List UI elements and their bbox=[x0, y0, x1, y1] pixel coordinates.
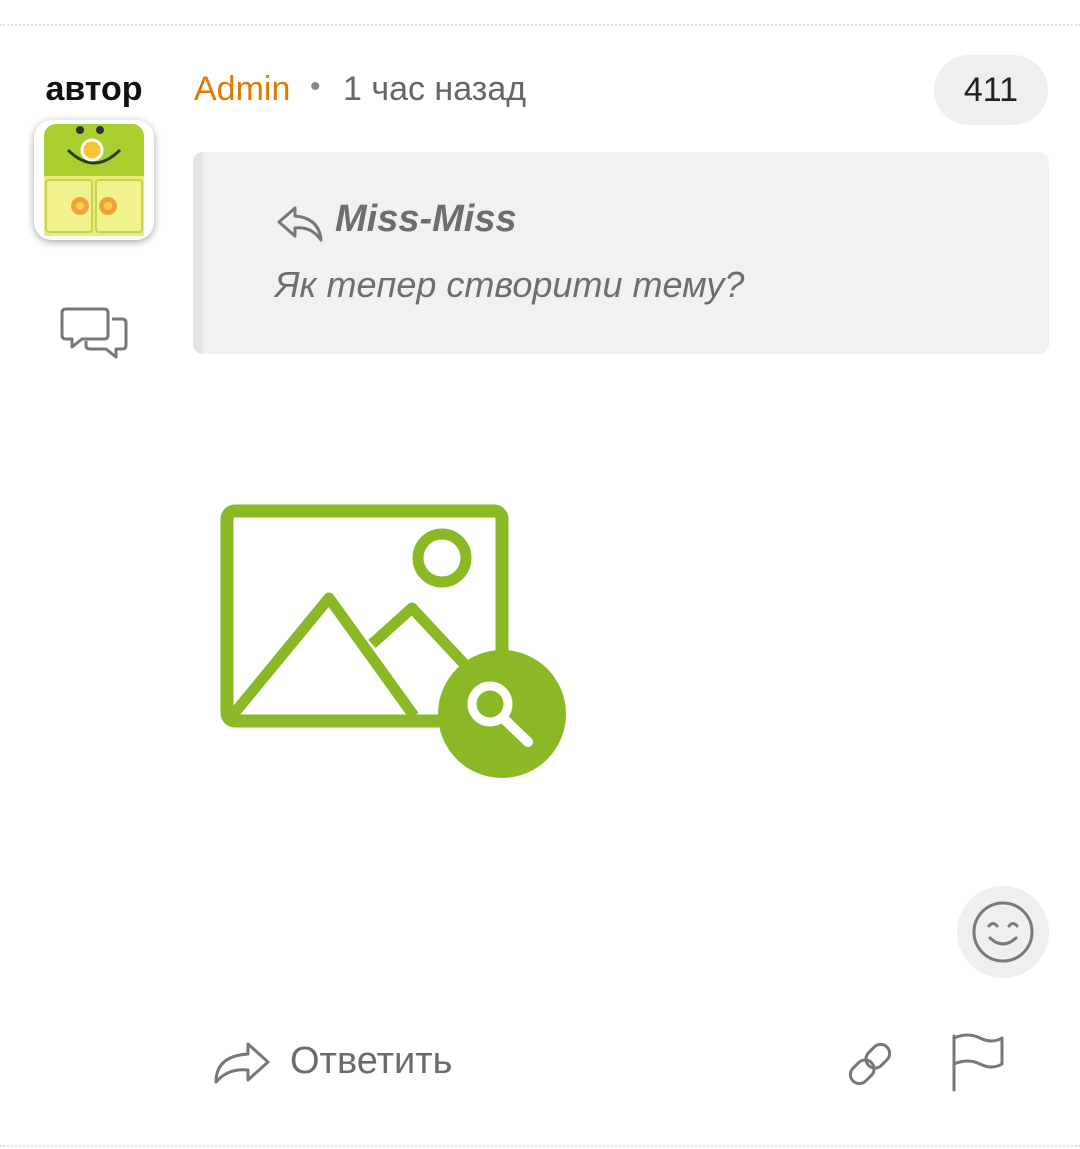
author-badge: автор bbox=[45, 70, 143, 108]
reply-arrow-icon bbox=[275, 204, 325, 244]
link-icon[interactable] bbox=[842, 1036, 898, 1092]
image-search-icon[interactable] bbox=[218, 500, 570, 782]
avatar[interactable] bbox=[34, 120, 154, 240]
quote-block: Miss-Miss Як тепер створити тему? bbox=[193, 152, 1049, 354]
flag-icon[interactable] bbox=[946, 1030, 1008, 1094]
reply-label: Ответить bbox=[290, 1040, 453, 1082]
chat-bubbles-icon[interactable] bbox=[60, 303, 130, 363]
quote-author[interactable]: Miss-Miss bbox=[335, 198, 517, 241]
avatar-image bbox=[44, 124, 144, 236]
top-divider bbox=[0, 24, 1080, 26]
reply-forward-icon bbox=[210, 1038, 272, 1086]
post-container: автор Admin • 1 час назад 411 Miss-Miss … bbox=[0, 0, 1080, 1149]
post-number-badge[interactable]: 411 bbox=[934, 55, 1048, 125]
post-author-name[interactable]: Admin bbox=[194, 70, 290, 109]
emoji-reaction-button[interactable] bbox=[957, 886, 1049, 978]
quote-text: Як тепер створити тему? bbox=[275, 264, 745, 305]
bottom-divider bbox=[0, 1145, 1080, 1147]
smiley-icon bbox=[972, 901, 1034, 963]
post-timestamp[interactable]: 1 час назад bbox=[343, 70, 526, 109]
meta-separator: • bbox=[310, 70, 321, 103]
